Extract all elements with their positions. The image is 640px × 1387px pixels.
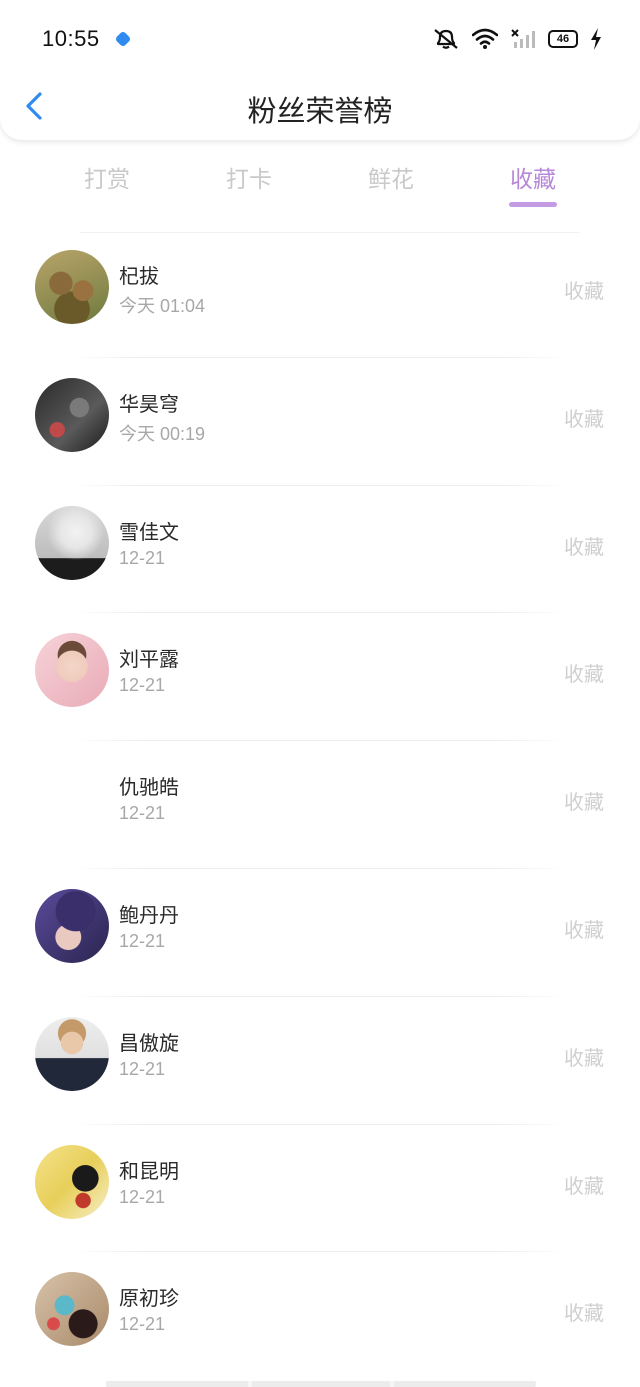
list-item[interactable]: 和昆明 12-21 收藏 [0, 1125, 640, 1253]
user-name: 雪佳文 [119, 519, 179, 544]
favorite-label: 收藏 [564, 1301, 604, 1326]
user-name: 仇驰皓 [119, 775, 179, 800]
avatar [35, 1016, 109, 1091]
app-dot-icon [114, 30, 132, 48]
timestamp: 12-21 [119, 1058, 166, 1079]
list-item[interactable]: 杞拔 今天 01:04 收藏 [0, 230, 640, 358]
favorite-label: 收藏 [564, 406, 604, 431]
header: 粉丝荣誉榜 [0, 78, 640, 136]
user-name: 华昊穹 [119, 391, 179, 416]
avatar [35, 1272, 109, 1347]
page-title: 粉丝荣誉榜 [247, 94, 393, 128]
favorite-label: 收藏 [564, 1173, 604, 1198]
favorite-label: 收藏 [564, 662, 604, 687]
tab-reward[interactable]: 打赏 [36, 150, 178, 210]
user-name: 昌傲旋 [119, 1030, 179, 1055]
list-item[interactable]: 昌傲旋 12-21 收藏 [0, 997, 640, 1125]
tab-flowers[interactable]: 鲜花 [320, 150, 462, 210]
favorite-label: 收藏 [564, 917, 604, 942]
mute-icon [432, 27, 460, 51]
fan-list: 杞拔 今天 01:04 收藏 华昊穹 今天 00:19 收藏 雪佳文 12-21… [0, 230, 640, 1380]
favorite-label: 收藏 [564, 534, 604, 559]
avatar [35, 250, 109, 324]
timestamp: 12-21 [119, 1186, 166, 1207]
user-name: 鲍丹丹 [119, 902, 179, 927]
favorite-label: 收藏 [564, 790, 604, 815]
user-name: 杞拔 [119, 264, 159, 288]
avatar [35, 1144, 109, 1219]
list-item[interactable]: 华昊穹 今天 00:19 收藏 [0, 358, 640, 486]
favorite-label: 收藏 [564, 1045, 604, 1070]
timestamp: 12-21 [119, 547, 166, 568]
timestamp: 今天 00:19 [119, 423, 206, 444]
list-item[interactable]: 刘平露 12-21 收藏 [0, 613, 640, 742]
timestamp: 12-21 [119, 675, 166, 696]
list-item[interactable]: 雪佳文 12-21 收藏 [0, 486, 640, 614]
timestamp: 12-21 [119, 1314, 166, 1335]
user-name: 和昆明 [119, 1158, 179, 1183]
timestamp: 今天 01:04 [119, 296, 206, 316]
user-name: 刘平露 [119, 647, 179, 672]
status-time: 10:55 [42, 26, 100, 51]
user-name: 原初珍 [119, 1286, 179, 1311]
list-item[interactable]: 鲍丹丹 12-21 收藏 [0, 869, 640, 997]
list-item[interactable]: 原初珍 12-21 收藏 [0, 1252, 640, 1380]
tab-favorites[interactable]: 收藏 [462, 150, 604, 210]
wifi-icon [472, 28, 498, 50]
timestamp: 12-21 [119, 930, 166, 951]
tab-checkin[interactable]: 打卡 [178, 150, 320, 210]
status-bar: 10:55 46 [0, 0, 640, 78]
status-icons: 46 [432, 26, 602, 52]
list-item[interactable]: 仇驰皓 12-21 收藏 [0, 741, 640, 869]
timestamp: 12-21 [119, 803, 166, 824]
avatar [35, 377, 109, 452]
favorite-label: 收藏 [564, 279, 604, 303]
tab-bar: 打赏 打卡 鲜花 收藏 [36, 150, 604, 210]
no-signal-icon [510, 28, 536, 50]
screen: 10:55 46 粉丝荣誉榜 打赏 打卡 鲜花 收藏 杞拔 今天 01:04 收… [0, 0, 640, 1387]
top-card: 10:55 46 粉丝荣誉榜 [0, 0, 640, 140]
avatar [35, 761, 109, 835]
avatar [35, 888, 109, 963]
battery-icon: 46 [548, 30, 578, 48]
scroll-indicator [106, 1381, 536, 1387]
avatar [35, 505, 109, 580]
avatar [35, 633, 109, 708]
charging-icon [590, 28, 602, 50]
